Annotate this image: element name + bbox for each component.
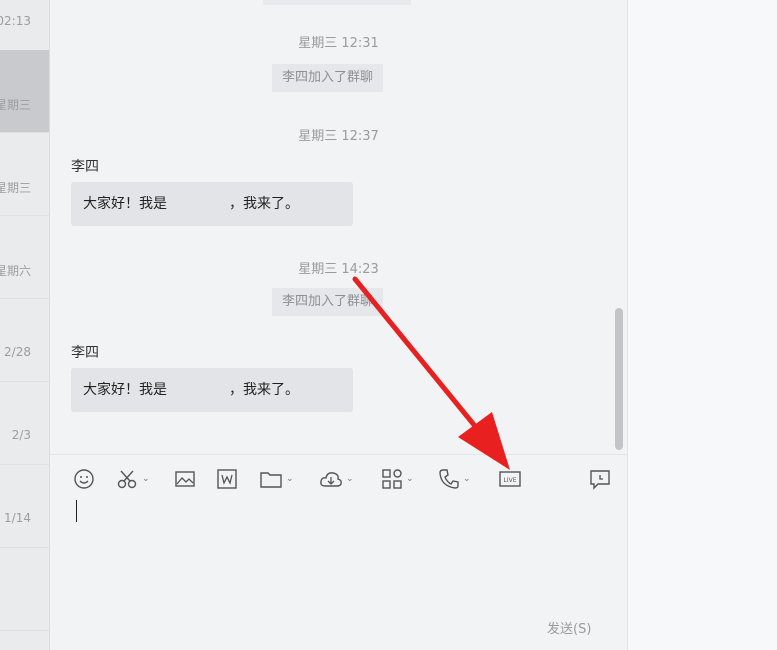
conversation-item-selected[interactable]: 星期三	[0, 50, 49, 133]
redacted-name	[167, 384, 229, 396]
conversation-item[interactable]: 2/3	[0, 382, 49, 465]
svg-text:LIVE: LIVE	[503, 477, 516, 484]
conversation-time: 2/3	[11, 428, 31, 442]
message-input[interactable]	[76, 500, 77, 522]
message-timestamp: 星期三 12:31	[298, 36, 379, 51]
message-sender: 李四	[71, 345, 99, 361]
word-doc-icon[interactable]	[216, 467, 238, 491]
chevron-down-icon[interactable]: ⌄	[286, 474, 294, 484]
conversation-time: 1/14	[4, 511, 31, 525]
chat-history-icon[interactable]	[589, 467, 611, 491]
conversation-time: 02:13	[0, 14, 31, 28]
system-message: 李四加入了群聊	[272, 288, 384, 316]
apps-icon[interactable]: ⌄	[381, 467, 414, 491]
chevron-down-icon[interactable]: ⌄	[142, 474, 150, 484]
right-panel	[627, 0, 777, 650]
message-text-start: 大家好！我是	[83, 382, 167, 398]
message-bubble[interactable]: 大家好！我是 ，我来了。	[71, 368, 353, 412]
message-bubble-partial	[263, 0, 411, 5]
chevron-down-icon[interactable]: ⌄	[463, 474, 471, 484]
conversation-time: 2/28	[4, 345, 31, 359]
input-divider	[50, 454, 627, 455]
message-text-end: ，我来了。	[229, 196, 299, 212]
conversation-item[interactable]: 1/14	[0, 465, 49, 548]
message-timestamp: 星期三 14:23	[298, 262, 379, 277]
chevron-down-icon[interactable]: ⌄	[406, 474, 414, 484]
cloud-icon[interactable]: ⌄	[319, 467, 354, 491]
chevron-down-icon[interactable]: ⌄	[346, 474, 354, 484]
live-icon[interactable]: LIVE	[498, 467, 522, 491]
conversation-time: 星期三	[0, 98, 31, 112]
folder-icon[interactable]: ⌄	[259, 467, 294, 491]
message-sender: 李四	[71, 159, 99, 175]
conversation-time: 星期三	[0, 181, 31, 195]
message-timestamp: 星期三 12:37	[298, 129, 379, 144]
chat-scrollbar[interactable]	[615, 308, 623, 450]
screenshot-scissors-icon[interactable]: ⌄	[117, 467, 150, 491]
system-message: 李四加入了群聊	[272, 64, 384, 92]
send-button[interactable]: 发送(S)	[547, 618, 591, 637]
message-text-end: ，我来了。	[229, 382, 299, 398]
conversation-item[interactable]	[0, 548, 49, 631]
conversation-item[interactable]: 2/28	[0, 299, 49, 382]
conversation-time: 星期六	[0, 264, 31, 278]
image-icon[interactable]	[174, 467, 196, 491]
conversation-item[interactable]: 星期六	[0, 216, 49, 299]
conversation-item[interactable]: 星期三	[0, 133, 49, 216]
message-bubble[interactable]: 大家好！我是 ，我来了。	[71, 182, 353, 226]
message-text-start: 大家好！我是	[83, 196, 167, 212]
emoji-icon[interactable]	[73, 467, 95, 491]
phone-icon[interactable]: ⌄	[438, 467, 471, 491]
conversation-list: 02:13 星期三 星期三 星期六 2/28 2/3 1/14	[0, 0, 50, 650]
redacted-name	[167, 198, 229, 210]
chat-panel: 星期三 12:31 李四加入了群聊 星期三 12:37 李四 大家好！我是 ，我来…	[50, 0, 627, 650]
